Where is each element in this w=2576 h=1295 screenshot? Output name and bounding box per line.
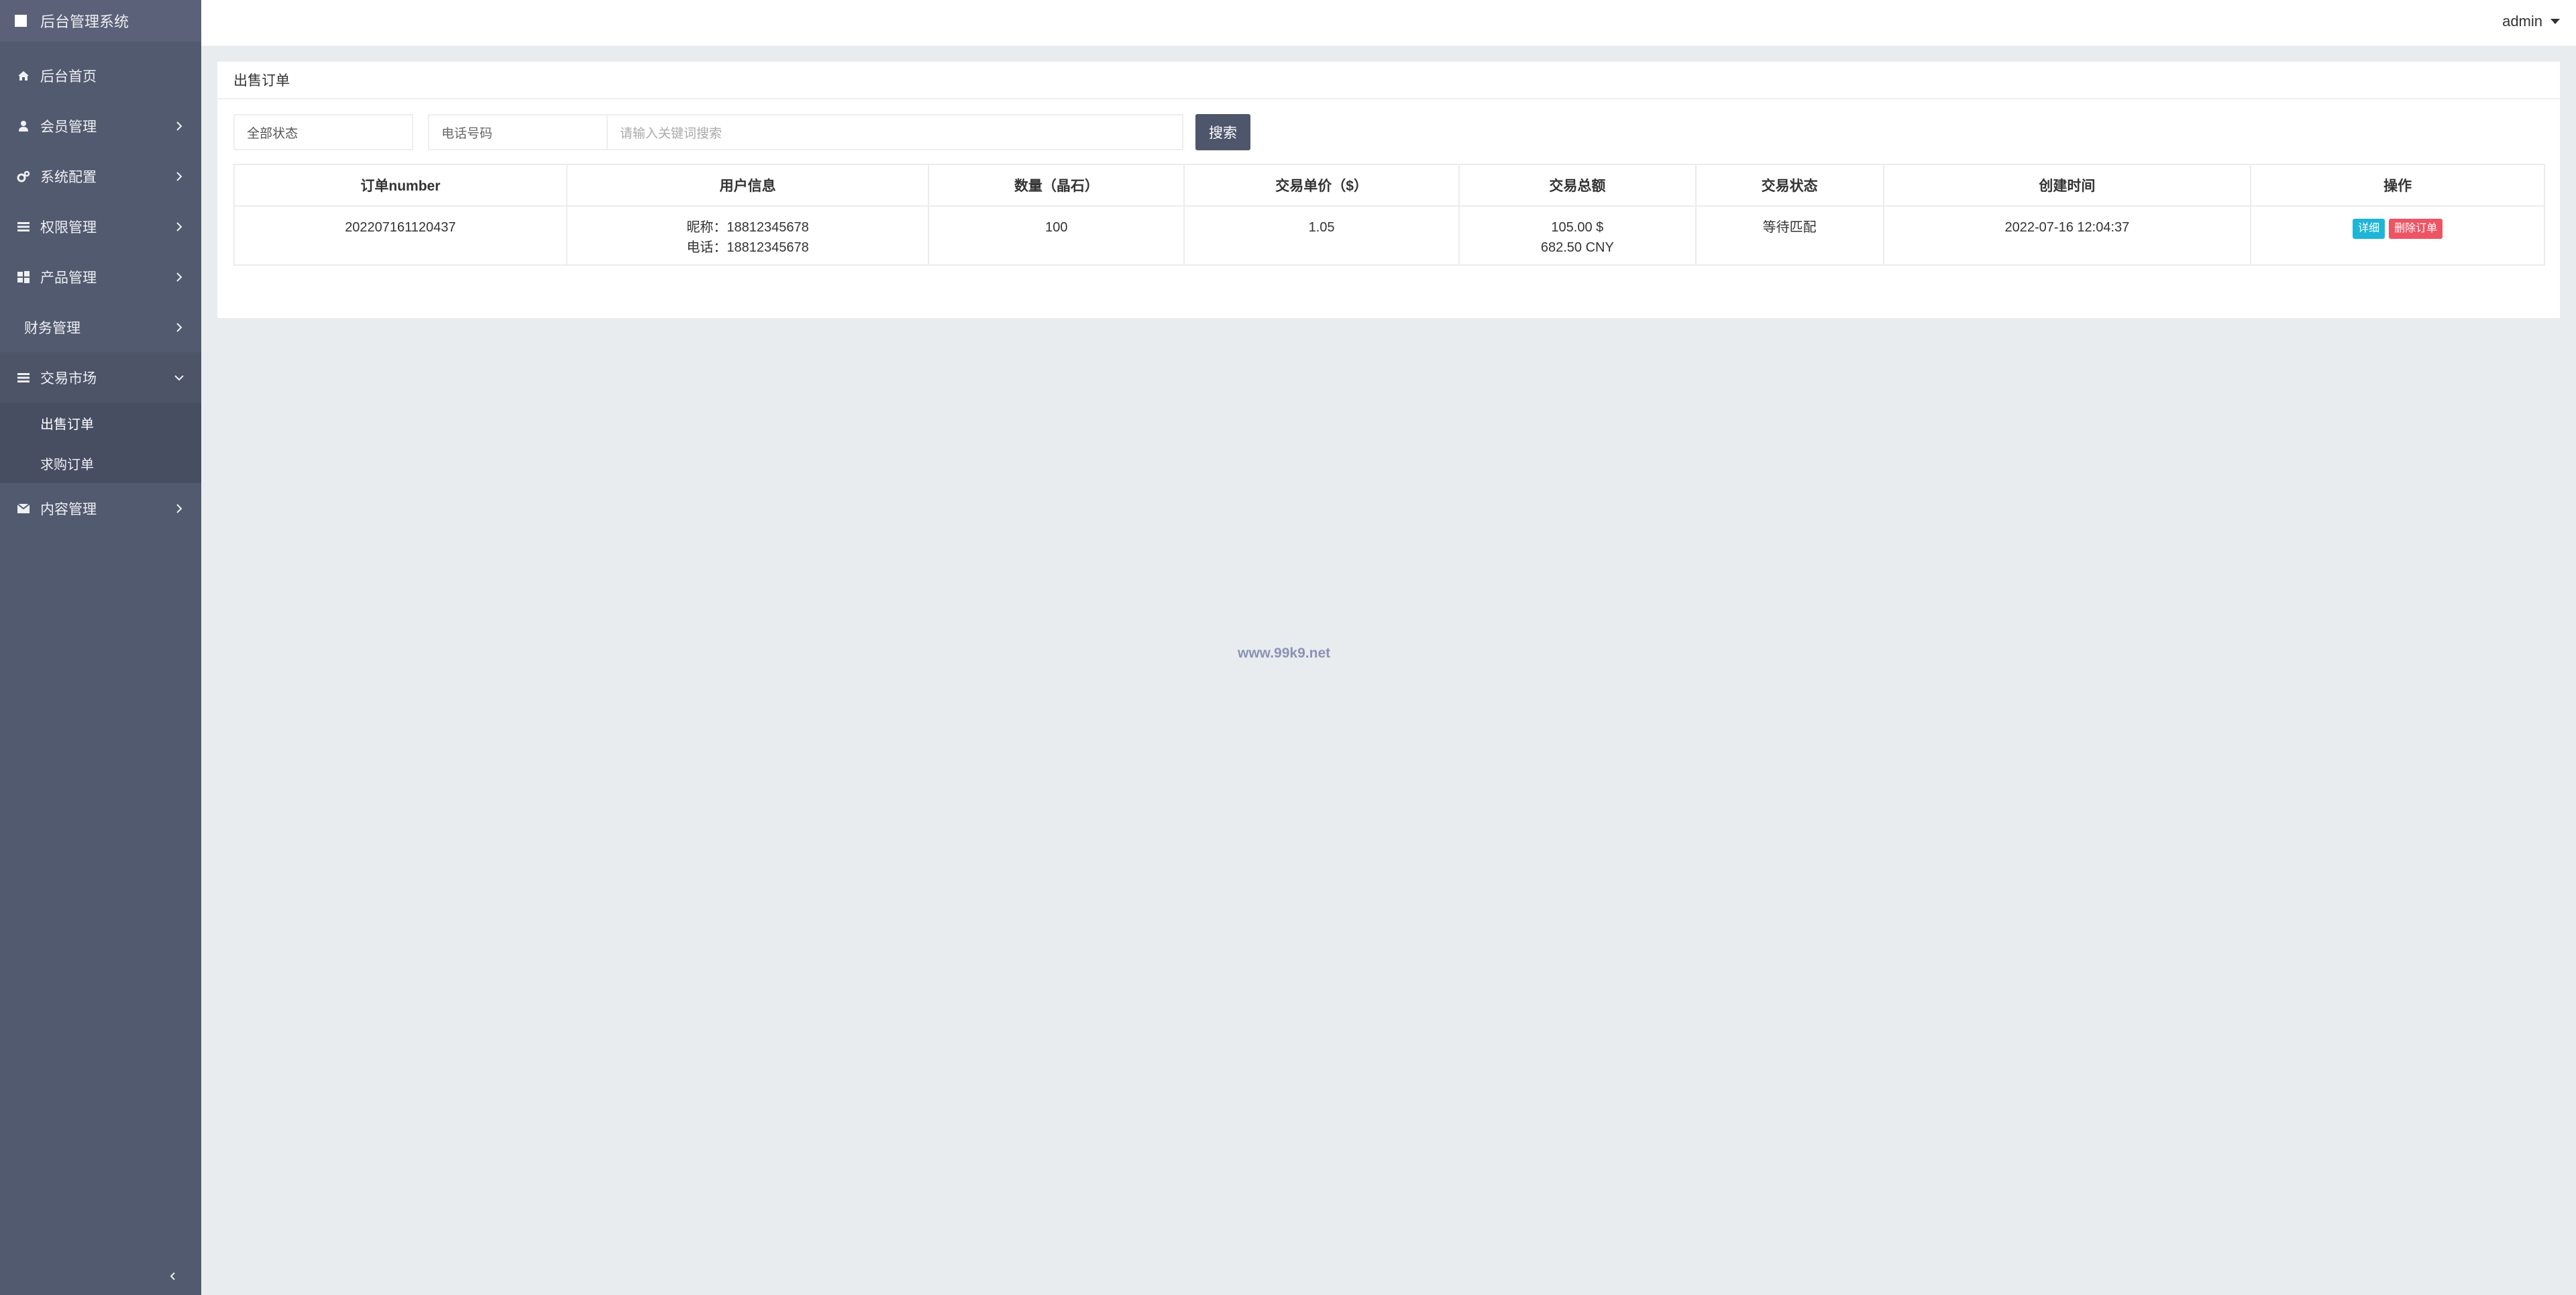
chevron-right-icon: [176, 272, 182, 282]
sidebar-item-label: 产品管理: [40, 270, 97, 286]
cogs-icon: [16, 169, 31, 184]
chevron-right-icon: [176, 171, 182, 181]
sidebar-subitem-sell-orders[interactable]: 出售订单: [0, 403, 201, 443]
topbar: admin: [201, 0, 2576, 46]
sidebar-item-label: 权限管理: [40, 219, 97, 236]
sidebar-item-label: 会员管理: [40, 119, 97, 135]
chevron-down-icon: [174, 374, 184, 380]
order-number-cell: 202207161120437: [233, 205, 568, 266]
detail-button[interactable]: 详细: [2353, 219, 2385, 239]
user-icon: [16, 119, 31, 134]
quantity-cell: 100: [928, 205, 1185, 266]
unit-price-cell: 1.05: [1183, 205, 1460, 266]
column-header-status: 交易状态: [1695, 164, 1884, 207]
total-cell: 105.00 $ 682.50 CNY: [1458, 205, 1697, 266]
sidebar-item-content[interactable]: 内容管理: [0, 483, 201, 533]
sidebar-item-label: 后台首页: [40, 68, 97, 85]
total-usd: 105.00 $: [1551, 220, 1604, 235]
home-icon: [16, 68, 31, 83]
orders-panel: 出售订单 全部状态 电话号码 请输入关键词搜索 搜索 订单number 用户信息…: [217, 62, 2560, 318]
column-header-user-info: 用户信息: [566, 164, 930, 207]
sidebar-item-finance[interactable]: 财务管理: [0, 302, 201, 352]
table-row: 202207161120437 昵称：18812345678 电话：188123…: [233, 205, 2545, 266]
column-header-created-at: 创建时间: [1882, 164, 2252, 207]
total-cny: 682.50 CNY: [1540, 240, 1614, 255]
chevron-right-icon: [176, 121, 182, 131]
sidebar-item-permissions[interactable]: 权限管理: [0, 201, 201, 252]
actions-cell: 详细 删除订单: [2250, 205, 2545, 266]
chevron-left-icon: [170, 1272, 175, 1280]
envelope-icon: [16, 501, 31, 516]
delete-order-button[interactable]: 删除订单: [2389, 219, 2443, 239]
sidebar-item-label: 内容管理: [40, 501, 97, 517]
phone-field[interactable]: 电话号码: [428, 114, 608, 150]
sidebar-item-label: 财务管理: [24, 320, 80, 336]
user-phone: 电话：18812345678: [686, 240, 809, 255]
filter-bar: 全部状态 电话号码 请输入关键词搜索 搜索: [233, 114, 1250, 150]
chevron-right-icon: [176, 503, 182, 513]
list-icon: [16, 219, 31, 234]
table-header-row: 订单number 用户信息 数量（晶石） 交易单价（$） 交易总额 交易状态 创…: [233, 164, 2545, 207]
caret-down-icon: [2551, 19, 2560, 24]
search-button[interactable]: 搜索: [1195, 114, 1250, 150]
trade-submenu: 出售订单 求购订单: [0, 403, 201, 483]
status-cell: 等待匹配: [1695, 205, 1884, 266]
sidebar-item-members[interactable]: 会员管理: [0, 101, 201, 151]
column-header-order-number: 订单number: [233, 164, 568, 207]
sidebar-subitem-label: 求购订单: [40, 457, 94, 472]
sidebar-item-label: 交易市场: [40, 370, 97, 386]
user-name: admin: [2502, 13, 2542, 30]
column-header-quantity: 数量（晶石）: [928, 164, 1185, 207]
column-header-total: 交易总额: [1458, 164, 1697, 207]
column-header-unit-price: 交易单价（$）: [1183, 164, 1460, 207]
panel-title: 出售订单: [217, 62, 2560, 99]
bars-icon: [16, 370, 31, 385]
sidebar-item-products[interactable]: 产品管理: [0, 252, 201, 302]
keyword-search-input[interactable]: 请输入关键词搜索: [608, 114, 1183, 150]
column-header-actions: 操作: [2250, 164, 2545, 207]
sidebar: 后台管理系统 后台首页 会员管理 系统配置 权限管理 产品管理 财务管理 交易市…: [0, 0, 201, 1295]
sidebar-item-system-config[interactable]: 系统配置: [0, 151, 201, 201]
brand-title: 后台管理系统: [40, 13, 129, 30]
user-menu[interactable]: admin: [2502, 0, 2560, 43]
brand-square-icon: [15, 15, 27, 27]
chevron-right-icon: [176, 221, 182, 231]
user-nickname: 昵称：18812345678: [686, 220, 809, 235]
brand[interactable]: 后台管理系统: [0, 0, 201, 42]
watermark: www.99k9.net: [1238, 645, 1331, 661]
windows-icon: [16, 270, 31, 284]
sidebar-item-label: 系统配置: [40, 169, 97, 185]
chevron-right-icon: [176, 322, 182, 332]
user-info-cell: 昵称：18812345678 电话：18812345678: [566, 205, 930, 266]
sidebar-item-trade-market[interactable]: 交易市场: [0, 352, 201, 403]
created-at-cell: 2022-07-16 12:04:37: [1882, 205, 2252, 266]
status-select[interactable]: 全部状态: [233, 114, 413, 150]
sidebar-subitem-label: 出售订单: [40, 417, 94, 432]
sidebar-item-home[interactable]: 后台首页: [0, 50, 201, 101]
orders-table: 订单number 用户信息 数量（晶石） 交易单价（$） 交易总额 交易状态 创…: [233, 164, 2545, 266]
sidebar-collapse-button[interactable]: [164, 1267, 182, 1286]
sidebar-subitem-buy-orders[interactable]: 求购订单: [0, 443, 201, 483]
